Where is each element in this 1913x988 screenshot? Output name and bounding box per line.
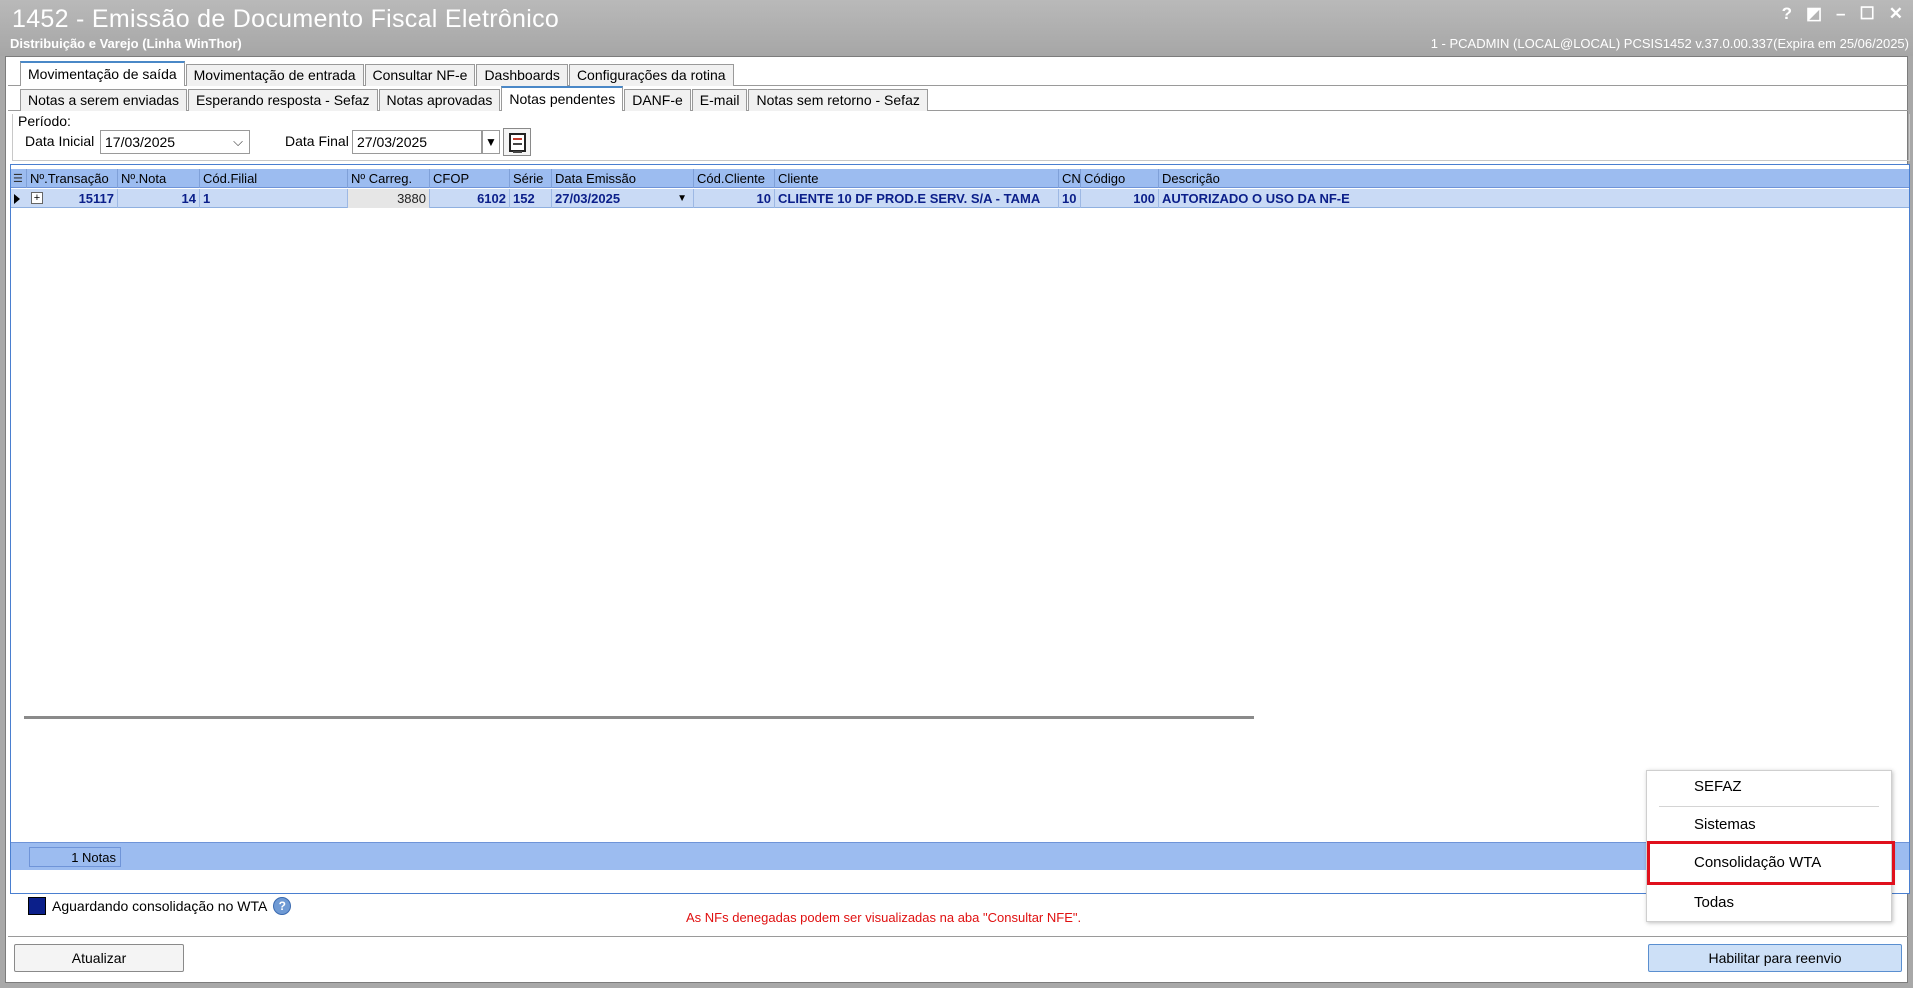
cell-cod-cliente: 10 — [693, 189, 774, 208]
tab-dashboards[interactable]: Dashboards — [476, 64, 568, 86]
calendar-icon — [509, 133, 526, 153]
cell-cfop: 6102 — [429, 189, 509, 208]
tab-esperando-resposta[interactable]: Esperando resposta - Sefaz — [187, 89, 378, 111]
cell-nota: 14 — [117, 189, 199, 208]
window-title: 1452 - Emissão de Documento Fiscal Eletr… — [12, 5, 560, 33]
menu-item-sefaz[interactable]: SEFAZ — [1647, 771, 1891, 803]
sub-tabs: Notas a serem enviadas Esperando respost… — [20, 86, 929, 111]
data-final-dropdown-button[interactable]: ▼ — [482, 130, 500, 154]
tab-movimentacao-entrada[interactable]: Movimentação de entrada — [185, 64, 364, 86]
cell-cliente: CLIENTE 10 DF PROD.E SERV. S/A - TAMA — [774, 189, 1068, 208]
data-inicial-label: Data Inicial — [25, 133, 95, 149]
tab-email[interactable]: E-mail — [691, 89, 748, 111]
help-icon[interactable]: ? — [1782, 4, 1792, 24]
restore-panel-icon[interactable]: ◩ — [1806, 4, 1822, 24]
col-codigo-label: Código — [1084, 171, 1126, 186]
data-final-field[interactable]: 27/03/2025 — [352, 130, 482, 154]
tab-configuracoes[interactable]: Configurações da rotina — [568, 64, 734, 86]
close-icon[interactable]: ✕ — [1889, 4, 1903, 24]
cell-codigo: 100 — [1080, 189, 1158, 208]
col-serie[interactable]: Série — [509, 169, 551, 188]
col-cn[interactable]: CN — [1058, 169, 1080, 188]
menu-item-consolidacao-wta[interactable]: Consolidação WTA — [1647, 841, 1895, 885]
row-indicator-icon — [14, 194, 20, 204]
periodo-label: Período: — [18, 113, 71, 129]
cell-transacao: 15117 — [78, 191, 114, 206]
bottom-divider — [8, 936, 1908, 937]
col-cliente[interactable]: Cliente — [774, 169, 1068, 188]
col-filial[interactable]: Cód.Filial — [199, 169, 347, 188]
reenvio-dropdown-menu: SEFAZ Sistemas Consolidação WTA Todas — [1646, 770, 1895, 922]
legend-swatch — [28, 897, 46, 915]
triangle-down-icon: ▼ — [485, 135, 497, 149]
maximize-icon[interactable]: ☐ — [1860, 4, 1875, 24]
horizontal-scrollbar[interactable] — [24, 716, 1254, 719]
calendar-button[interactable] — [503, 128, 531, 156]
cell-emissao[interactable]: 27/03/2025 ▼ — [551, 189, 693, 208]
data-inicial-field[interactable]: 17/03/2025 ⌵ — [100, 130, 250, 154]
col-emissao[interactable]: Data Emissão — [551, 169, 693, 188]
window-controls: ? ◩ – ☐ ✕ — [1782, 4, 1903, 24]
minimize-icon[interactable]: – — [1836, 4, 1845, 24]
col-cod-cliente[interactable]: Cód.Cliente — [693, 169, 774, 188]
col-carreg[interactable]: Nº Carreg. — [347, 169, 429, 188]
cell-carreg: 3880 — [347, 189, 429, 208]
cell-descricao: AUTORIZADO O USO DA NF-E — [1158, 189, 1908, 208]
cell-filial: 1 — [199, 189, 347, 208]
grid-footer: 1 Notas — [11, 842, 1909, 870]
data-final-value: 27/03/2025 — [357, 134, 428, 150]
data-final-label: Data Final — [285, 133, 349, 149]
menu-item-todas[interactable]: Todas — [1647, 887, 1891, 919]
notes-count: 1 Notas — [29, 847, 121, 867]
habilitar-reenvio-button[interactable]: Habilitar para reenvio — [1648, 944, 1902, 972]
col-descricao[interactable]: Descrição — [1158, 169, 1908, 188]
cell-emissao-value: 27/03/2025 — [555, 191, 621, 206]
col-codigo[interactable]: Código ▲ — [1080, 169, 1158, 188]
col-nota[interactable]: Nº.Nota — [117, 169, 199, 188]
tab-notas-pendentes[interactable]: Notas pendentes — [501, 86, 624, 111]
help-icon[interactable]: ? — [273, 897, 292, 915]
emissao-dropdown-icon[interactable]: ▼ — [677, 189, 687, 208]
column-chooser-icon[interactable]: ☰ — [13, 172, 23, 185]
data-inicial-value: 17/03/2025 — [105, 134, 176, 150]
tab-notas-aprovadas[interactable]: Notas aprovadas — [378, 89, 501, 111]
tab-notas-a-enviar[interactable]: Notas a serem enviadas — [20, 89, 187, 111]
denegadas-notice: As NFs denegadas podem ser visualizadas … — [686, 910, 1082, 925]
cell-cn: 10 — [1058, 189, 1080, 208]
legend: Aguardando consolidação no WTA ? — [28, 897, 292, 915]
menu-item-sistemas[interactable]: Sistemas — [1647, 809, 1891, 841]
tab-danfe[interactable]: DANF-e — [624, 89, 691, 111]
tab-consultar-nfe[interactable]: Consultar NF-e — [364, 64, 476, 86]
notas-grid[interactable]: ☰ Nº.Transação Nº.Nota Cód.Filial Nº Car… — [10, 164, 1910, 894]
menu-separator — [1659, 806, 1879, 807]
legend-label: Aguardando consolidação no WTA — [52, 898, 268, 914]
tab-movimentacao-saida[interactable]: Movimentação de saída — [20, 61, 185, 86]
session-info: 1 - PCADMIN (LOCAL@LOCAL) PCSIS1452 v.37… — [1430, 36, 1909, 51]
atualizar-button[interactable]: Atualizar — [14, 944, 184, 972]
window-subtitle: Distribuição e Varejo (Linha WinThor) — [10, 36, 242, 51]
expand-row-icon[interactable]: + — [31, 192, 43, 204]
cell-serie: 152 — [509, 189, 551, 208]
main-tabs: Movimentação de saída Movimentação de en… — [20, 60, 735, 86]
col-transacao[interactable]: Nº.Transação — [26, 169, 117, 188]
grid-header: ☰ Nº.Transação Nº.Nota Cód.Filial Nº Car… — [11, 169, 1909, 188]
chevron-down-icon[interactable]: ⌵ — [233, 131, 243, 153]
col-cfop[interactable]: CFOP — [429, 169, 509, 188]
title-bar: 1452 - Emissão de Documento Fiscal Eletr… — [0, 0, 1913, 56]
table-row[interactable]: + 15117 14 1 3880 6102 152 27/03/2025 ▼ … — [11, 189, 1909, 208]
tab-notas-sem-retorno[interactable]: Notas sem retorno - Sefaz — [748, 89, 928, 111]
